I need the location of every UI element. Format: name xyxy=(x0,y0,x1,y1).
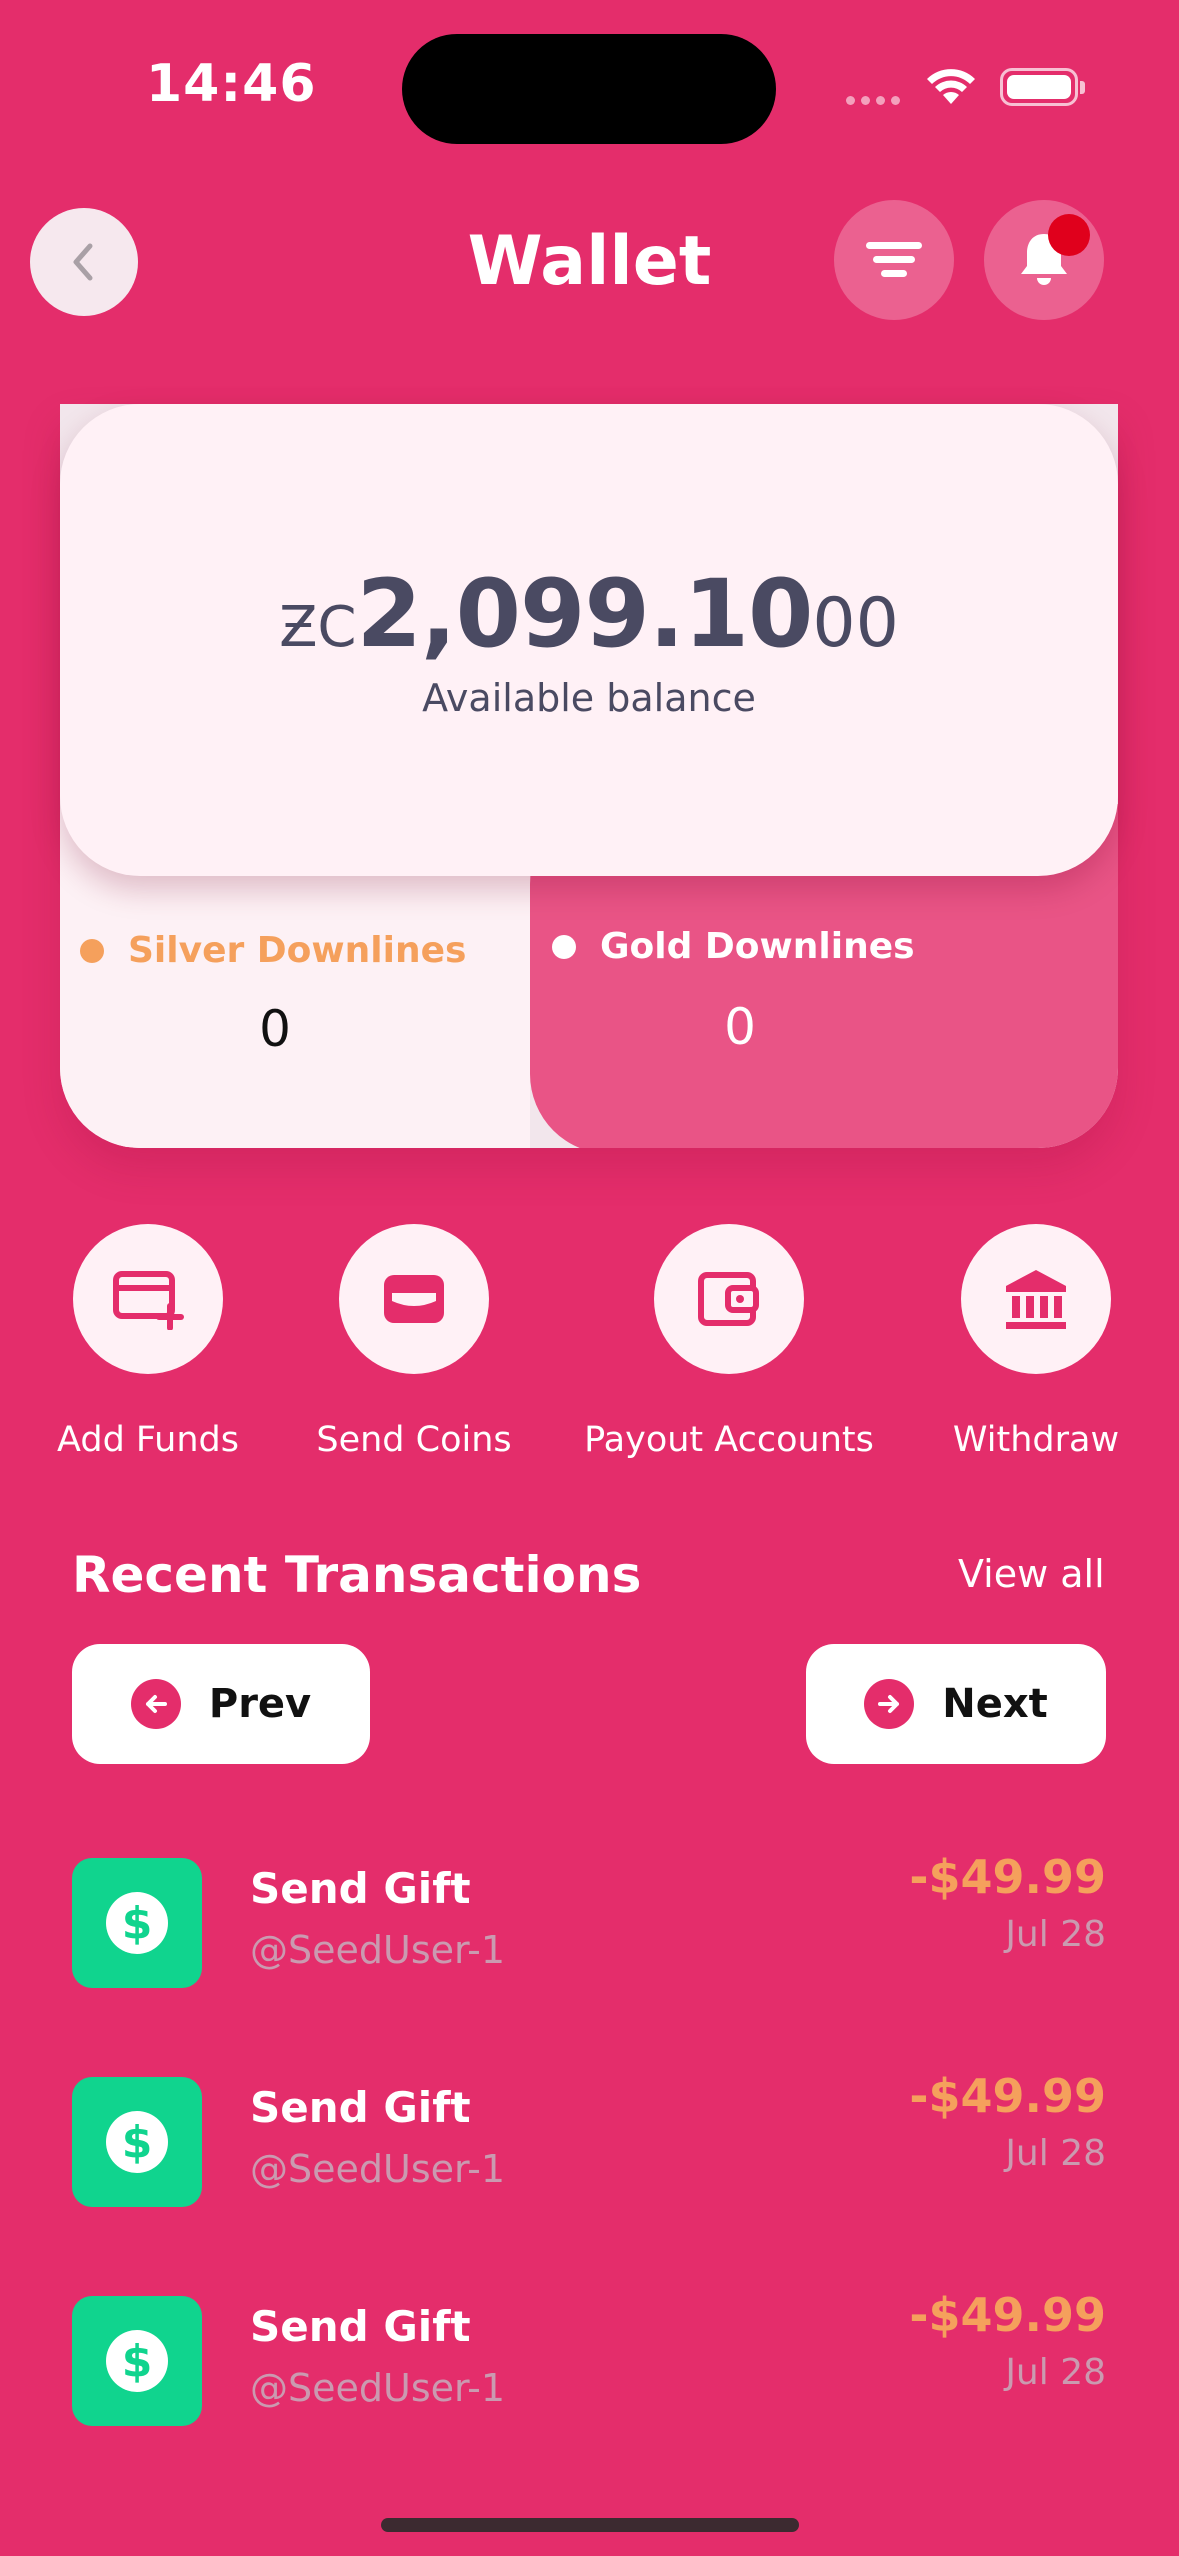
transaction-row[interactable]: $ Send Gift @SeedUser-1 -$49.99 Jul 28 xyxy=(72,2069,1106,2207)
transaction-user: @SeedUser-1 xyxy=(250,1928,506,1972)
transaction-amount: -$49.99 xyxy=(909,1850,1106,1904)
prev-label: Prev xyxy=(208,1681,312,1727)
gold-dot-icon xyxy=(552,934,576,959)
transaction-title: Send Gift xyxy=(250,2083,471,2132)
add-funds-label: Add Funds xyxy=(57,1420,239,1460)
add-funds-button[interactable] xyxy=(73,1224,223,1374)
recent-transactions-title: Recent Transactions xyxy=(72,1546,642,1604)
transaction-row[interactable]: $ Send Gift @SeedUser-1 -$49.99 Jul 28 xyxy=(72,2288,1106,2426)
transaction-title: Send Gift xyxy=(250,1864,471,1913)
silver-dot-icon xyxy=(80,938,104,963)
transaction-date: Jul 28 xyxy=(1005,1914,1106,1955)
dynamic-island xyxy=(402,34,776,144)
transaction-amount: -$49.99 xyxy=(909,2069,1106,2123)
add-funds-action[interactable]: Add Funds xyxy=(0,1224,298,1460)
next-button[interactable]: Next xyxy=(806,1644,1106,1764)
gold-downlines-label: Gold Downlines xyxy=(552,926,915,967)
send-coins-label: Send Coins xyxy=(316,1420,512,1460)
payout-accounts-action[interactable]: Payout Accounts xyxy=(579,1224,879,1460)
payout-accounts-label: Payout Accounts xyxy=(584,1420,874,1460)
battery-icon xyxy=(1000,68,1085,106)
transaction-user: @SeedUser-1 xyxy=(250,2366,506,2410)
silver-downlines-count: 0 xyxy=(259,1000,291,1058)
transaction-date: Jul 28 xyxy=(1005,2133,1106,2174)
notification-badge xyxy=(1048,214,1090,256)
transaction-title: Send Gift xyxy=(250,2302,471,2351)
balance-main: 2,099.10 xyxy=(356,560,814,669)
wallet-icon xyxy=(698,1272,759,1326)
balance-label: Available balance xyxy=(422,676,756,720)
withdraw-label: Withdraw xyxy=(952,1420,1120,1460)
filter-button[interactable] xyxy=(834,200,954,320)
notifications-button[interactable] xyxy=(984,200,1104,320)
currency-symbol: ƵC xyxy=(279,595,357,660)
arrow-left-icon xyxy=(130,1679,181,1729)
next-label: Next xyxy=(942,1681,1048,1727)
signal-icon xyxy=(846,96,900,105)
balance-decimals: 00 xyxy=(812,584,899,663)
wifi-icon xyxy=(924,64,978,110)
status-time: 14:46 xyxy=(146,54,317,114)
home-indicator[interactable] xyxy=(381,2518,799,2532)
send-coins-action[interactable]: Send Coins xyxy=(264,1224,564,1460)
balance-amount: ƵC2,099.1000 xyxy=(60,560,1118,669)
gold-downlines-text: Gold Downlines xyxy=(600,926,915,967)
arrow-right-icon xyxy=(864,1679,915,1729)
view-all-link[interactable]: View all xyxy=(958,1552,1105,1596)
transaction-amount: -$49.99 xyxy=(909,2288,1106,2342)
filter-icon xyxy=(866,242,922,277)
transaction-date: Jul 28 xyxy=(1005,2352,1106,2393)
add-card-icon xyxy=(113,1271,184,1330)
send-coins-button[interactable] xyxy=(339,1224,489,1374)
prev-button[interactable]: Prev xyxy=(72,1644,370,1764)
dollar-icon: $ xyxy=(72,2296,202,2426)
wallet-card-icon xyxy=(384,1275,444,1323)
transaction-user: @SeedUser-1 xyxy=(250,2147,506,2191)
dollar-icon: $ xyxy=(72,1858,202,1988)
silver-downlines-label: Silver Downlines xyxy=(80,930,466,971)
withdraw-action[interactable]: Withdraw xyxy=(886,1224,1179,1460)
payout-accounts-button[interactable] xyxy=(654,1224,804,1374)
bank-icon xyxy=(1006,1270,1066,1329)
silver-downlines-text: Silver Downlines xyxy=(128,930,467,971)
dollar-icon: $ xyxy=(72,2077,202,2207)
transaction-row[interactable]: $ Send Gift @SeedUser-1 -$49.99 Jul 28 xyxy=(72,1850,1106,1988)
gold-downlines-count: 0 xyxy=(724,998,756,1056)
withdraw-button[interactable] xyxy=(961,1224,1111,1374)
